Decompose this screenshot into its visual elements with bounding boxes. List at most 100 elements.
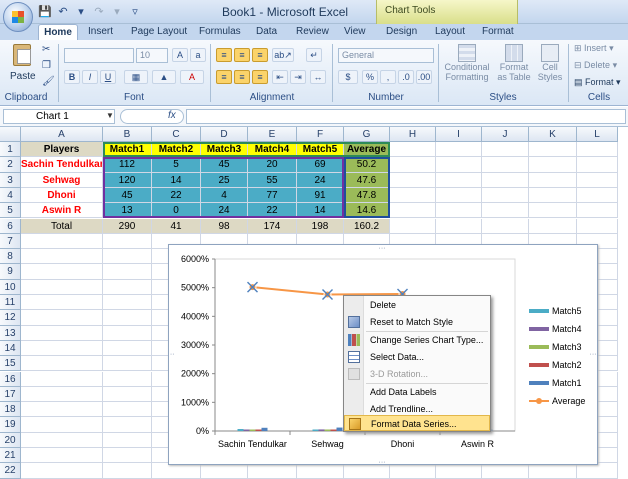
cell-b16[interactable] [103, 371, 152, 387]
cell-h4[interactable] [390, 187, 436, 204]
redo-dropdown-icon[interactable]: ▾ [110, 5, 124, 19]
row-header-11[interactable]: 11 [0, 295, 21, 311]
format-cells-button[interactable]: ▤ Format ▾ [574, 77, 621, 88]
cell-b14[interactable] [103, 340, 152, 357]
row-header-20[interactable]: 20 [0, 432, 21, 448]
cell-b20[interactable] [103, 432, 152, 448]
cell-a19[interactable] [21, 417, 103, 433]
orientation-icon[interactable]: ab↗ [272, 48, 294, 62]
cell-a20[interactable] [21, 432, 103, 448]
cell-g3[interactable]: 47.6 [344, 172, 390, 188]
cell-a1[interactable]: Players [21, 142, 103, 158]
cell-i1[interactable] [436, 142, 482, 158]
align-bottom-icon[interactable]: ≡ [252, 48, 268, 62]
cell-h2[interactable] [390, 157, 436, 173]
cell-a16[interactable] [21, 371, 103, 387]
cell-f2[interactable]: 69 [297, 157, 344, 173]
cell-l3[interactable] [577, 172, 618, 188]
cell-c4[interactable]: 22 [152, 187, 201, 204]
column-header-k[interactable]: K [529, 127, 577, 142]
column-header-b[interactable]: B [103, 127, 152, 142]
insert-cells-button[interactable]: ⊞ Insert ▾ [574, 43, 614, 54]
cell-b18[interactable] [103, 402, 152, 418]
menu-item-delete[interactable]: Delete [344, 297, 490, 313]
column-header-e[interactable]: E [248, 127, 297, 142]
grow-font-icon[interactable]: A [172, 48, 188, 62]
column-header-l[interactable]: L [577, 127, 618, 142]
cell-i4[interactable] [436, 187, 482, 204]
cell-k5[interactable] [529, 203, 577, 219]
cell-b10[interactable] [103, 279, 152, 295]
cell-g6[interactable]: 160.2 [344, 218, 390, 234]
cell-f4[interactable]: 91 [297, 187, 344, 204]
row-header-10[interactable]: 10 [0, 279, 21, 295]
cell-l1[interactable] [577, 142, 618, 158]
undo-dropdown-icon[interactable]: ▾ [74, 5, 88, 19]
cell-k1[interactable] [529, 142, 577, 158]
cell-a8[interactable] [21, 249, 103, 265]
cell-a4[interactable]: Dhoni [21, 187, 103, 204]
row-header-13[interactable]: 13 [0, 325, 21, 341]
office-button[interactable] [3, 2, 33, 32]
cell-j1[interactable] [482, 142, 529, 158]
column-header-h[interactable]: H [390, 127, 436, 142]
cell-f3[interactable]: 24 [297, 172, 344, 188]
row-header-9[interactable]: 9 [0, 264, 21, 280]
row-header-7[interactable]: 7 [0, 233, 21, 250]
tab-layout[interactable]: Layout [435, 24, 465, 40]
cell-k2[interactable] [529, 157, 577, 173]
currency-icon[interactable]: $ [338, 70, 358, 84]
cell-a21[interactable] [21, 448, 103, 464]
cell-b9[interactable] [103, 264, 152, 280]
cell-d4[interactable]: 4 [201, 187, 248, 204]
row-header-4[interactable]: 4 [0, 187, 21, 204]
menu-item-add-data-labels[interactable]: Add Data Labels [344, 384, 490, 400]
menu-item-change-chart-type[interactable]: Change Series Chart Type... [344, 332, 490, 348]
cell-b8[interactable] [103, 249, 152, 265]
align-middle-icon[interactable]: ≡ [234, 48, 250, 62]
tab-insert[interactable]: Insert [88, 24, 113, 40]
cell-b15[interactable] [103, 356, 152, 372]
cell-d5[interactable]: 24 [201, 203, 248, 219]
cell-d1[interactable]: Match3 [201, 142, 248, 158]
cell-e3[interactable]: 55 [248, 172, 297, 188]
cell-g5[interactable]: 14.6 [344, 203, 390, 219]
cell-e4[interactable]: 77 [248, 187, 297, 204]
cell-j4[interactable] [482, 187, 529, 204]
insert-function-icon[interactable]: fx [168, 110, 176, 121]
cell-f1[interactable]: Match5 [297, 142, 344, 158]
cell-h5[interactable] [390, 203, 436, 219]
cell-a13[interactable] [21, 325, 103, 341]
cell-g4[interactable]: 47.8 [344, 187, 390, 204]
cell-b6[interactable]: 290 [103, 218, 152, 234]
row-header-19[interactable]: 19 [0, 417, 21, 433]
select-all-corner[interactable] [0, 127, 21, 142]
fill-color-icon[interactable]: ▲ [152, 70, 176, 84]
decrease-indent-icon[interactable]: ⇤ [272, 70, 288, 84]
cell-b22[interactable] [103, 463, 152, 479]
column-header-c[interactable]: C [152, 127, 201, 142]
align-top-icon[interactable]: ≡ [216, 48, 232, 62]
tab-design[interactable]: Design [386, 24, 417, 40]
cell-f6[interactable]: 198 [297, 218, 344, 234]
cut-icon[interactable]: ✂ [42, 44, 50, 55]
row-header-17[interactable]: 17 [0, 386, 21, 403]
cell-i5[interactable] [436, 203, 482, 219]
row-header-14[interactable]: 14 [0, 340, 21, 357]
cell-l6[interactable] [577, 218, 618, 234]
cell-j6[interactable] [482, 218, 529, 234]
undo-icon[interactable]: ↶ [56, 5, 70, 19]
cell-j3[interactable] [482, 172, 529, 188]
cell-b11[interactable] [103, 295, 152, 311]
cell-c5[interactable]: 0 [152, 203, 201, 219]
cell-k6[interactable] [529, 218, 577, 234]
align-right-icon[interactable]: ≡ [252, 70, 268, 84]
merge-center-icon[interactable]: ↔ [310, 70, 326, 84]
cell-a11[interactable] [21, 295, 103, 311]
shrink-font-icon[interactable]: a [190, 48, 206, 62]
cell-a18[interactable] [21, 402, 103, 418]
row-header-5[interactable]: 5 [0, 203, 21, 219]
cell-a10[interactable] [21, 279, 103, 295]
name-box[interactable]: Chart 1 [3, 109, 115, 124]
row-header-15[interactable]: 15 [0, 356, 21, 372]
